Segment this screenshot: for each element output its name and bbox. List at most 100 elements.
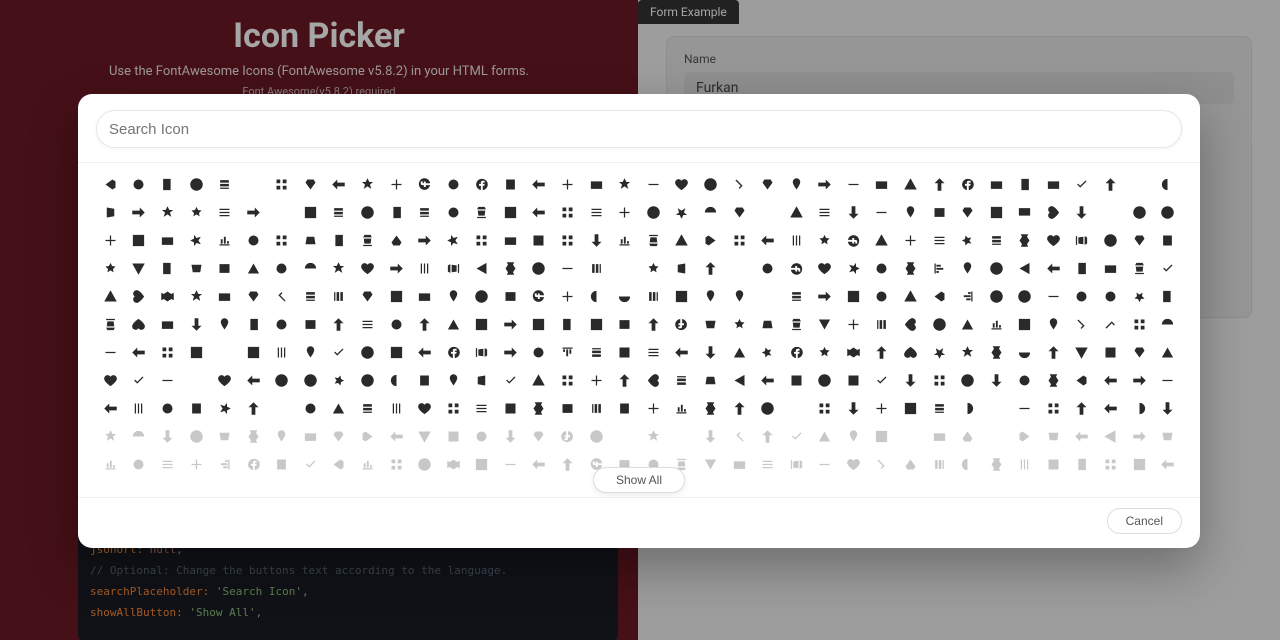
icon-cell[interactable] bbox=[1039, 395, 1068, 422]
icon-cell[interactable] bbox=[1039, 227, 1068, 254]
icon-cell[interactable] bbox=[239, 423, 268, 450]
icon-cell[interactable] bbox=[325, 423, 354, 450]
icon-cell[interactable] bbox=[982, 339, 1011, 366]
icon-cell[interactable] bbox=[896, 311, 925, 338]
icon-cell[interactable] bbox=[468, 395, 497, 422]
icon-cell[interactable] bbox=[639, 395, 668, 422]
icon-cell[interactable] bbox=[610, 367, 639, 394]
icon-cell[interactable] bbox=[925, 255, 954, 282]
icon-cell[interactable] bbox=[753, 311, 782, 338]
icon-cell[interactable] bbox=[182, 423, 211, 450]
icon-cell[interactable] bbox=[267, 451, 296, 478]
icon-cell[interactable] bbox=[525, 423, 554, 450]
icon-cell[interactable] bbox=[210, 423, 239, 450]
icon-cell[interactable] bbox=[753, 255, 782, 282]
icon-cell[interactable] bbox=[668, 367, 697, 394]
icon-cell[interactable] bbox=[1125, 255, 1154, 282]
icon-cell[interactable] bbox=[1096, 423, 1125, 450]
icon-cell[interactable] bbox=[953, 227, 982, 254]
icon-cell[interactable] bbox=[382, 283, 411, 310]
icon-cell[interactable] bbox=[496, 227, 525, 254]
icon-cell[interactable] bbox=[353, 283, 382, 310]
icon-cell[interactable] bbox=[839, 423, 868, 450]
icon-cell[interactable] bbox=[153, 395, 182, 422]
icon-cell[interactable] bbox=[982, 171, 1011, 198]
icon-cell[interactable] bbox=[182, 255, 211, 282]
icon-cell[interactable] bbox=[353, 171, 382, 198]
icon-cell[interactable] bbox=[353, 395, 382, 422]
icon-cell[interactable] bbox=[1125, 367, 1154, 394]
icon-cell[interactable] bbox=[239, 339, 268, 366]
icon-cell[interactable] bbox=[725, 367, 754, 394]
icon-cell[interactable] bbox=[182, 395, 211, 422]
icon-cell[interactable] bbox=[839, 339, 868, 366]
search-input[interactable] bbox=[109, 121, 1169, 138]
icon-cell[interactable] bbox=[668, 199, 697, 226]
icon-cell[interactable] bbox=[468, 367, 497, 394]
icon-cell[interactable] bbox=[753, 339, 782, 366]
icon-cell[interactable] bbox=[982, 395, 1011, 422]
icon-cell[interactable] bbox=[525, 171, 554, 198]
icon-cell[interactable] bbox=[296, 255, 325, 282]
icon-cell[interactable] bbox=[868, 451, 897, 478]
icon-cell[interactable] bbox=[1153, 367, 1182, 394]
icon-cell[interactable] bbox=[153, 255, 182, 282]
icon-cell[interactable] bbox=[1068, 283, 1097, 310]
icon-cell[interactable] bbox=[325, 227, 354, 254]
icon-cell[interactable] bbox=[639, 423, 668, 450]
icon-cell[interactable] bbox=[668, 227, 697, 254]
icon-cell[interactable] bbox=[696, 255, 725, 282]
icon-cell[interactable] bbox=[1125, 451, 1154, 478]
icon-cell[interactable] bbox=[896, 227, 925, 254]
icon-cell[interactable] bbox=[1039, 451, 1068, 478]
icon-cell[interactable] bbox=[1068, 451, 1097, 478]
icon-cell[interactable] bbox=[353, 311, 382, 338]
icon-cell[interactable] bbox=[696, 311, 725, 338]
icon-cell[interactable] bbox=[839, 311, 868, 338]
icon-cell[interactable] bbox=[125, 227, 154, 254]
icon-cell[interactable] bbox=[782, 451, 811, 478]
icon-cell[interactable] bbox=[1096, 171, 1125, 198]
icon-cell[interactable] bbox=[96, 423, 125, 450]
icon-cell[interactable] bbox=[868, 423, 897, 450]
icon-cell[interactable] bbox=[125, 451, 154, 478]
icon-cell[interactable] bbox=[296, 423, 325, 450]
icon-cell[interactable] bbox=[553, 311, 582, 338]
icon-cell[interactable] bbox=[210, 171, 239, 198]
icon-cell[interactable] bbox=[1011, 339, 1040, 366]
icon-cell[interactable] bbox=[210, 339, 239, 366]
icon-cell[interactable] bbox=[782, 255, 811, 282]
icon-cell[interactable] bbox=[325, 255, 354, 282]
icon-cell[interactable] bbox=[725, 339, 754, 366]
icon-cell[interactable] bbox=[125, 171, 154, 198]
icon-cell[interactable] bbox=[782, 227, 811, 254]
icon-cell[interactable] bbox=[96, 395, 125, 422]
icon-cell[interactable] bbox=[468, 423, 497, 450]
icon-cell[interactable] bbox=[239, 283, 268, 310]
icon-cell[interactable] bbox=[582, 171, 611, 198]
icon-cell[interactable] bbox=[553, 227, 582, 254]
icon-cell[interactable] bbox=[382, 395, 411, 422]
icon-cell[interactable] bbox=[1096, 367, 1125, 394]
icon-cell[interactable] bbox=[925, 367, 954, 394]
icon-cell[interactable] bbox=[610, 311, 639, 338]
icon-cell[interactable] bbox=[1096, 255, 1125, 282]
icon-cell[interactable] bbox=[782, 367, 811, 394]
icon-cell[interactable] bbox=[210, 311, 239, 338]
icon-cell[interactable] bbox=[1096, 395, 1125, 422]
icon-cell[interactable] bbox=[810, 339, 839, 366]
icon-cell[interactable] bbox=[325, 311, 354, 338]
icon-cell[interactable] bbox=[239, 311, 268, 338]
icon-cell[interactable] bbox=[468, 339, 497, 366]
icon-cell[interactable] bbox=[610, 199, 639, 226]
icon-cell[interactable] bbox=[267, 339, 296, 366]
icon-cell[interactable] bbox=[125, 255, 154, 282]
icon-cell[interactable] bbox=[468, 451, 497, 478]
icon-cell[interactable] bbox=[210, 227, 239, 254]
icon-cell[interactable] bbox=[553, 255, 582, 282]
icon-cell[interactable] bbox=[1068, 423, 1097, 450]
icon-cell[interactable] bbox=[553, 171, 582, 198]
icon-cell[interactable] bbox=[896, 423, 925, 450]
icon-cell[interactable] bbox=[696, 423, 725, 450]
icon-cell[interactable] bbox=[753, 451, 782, 478]
